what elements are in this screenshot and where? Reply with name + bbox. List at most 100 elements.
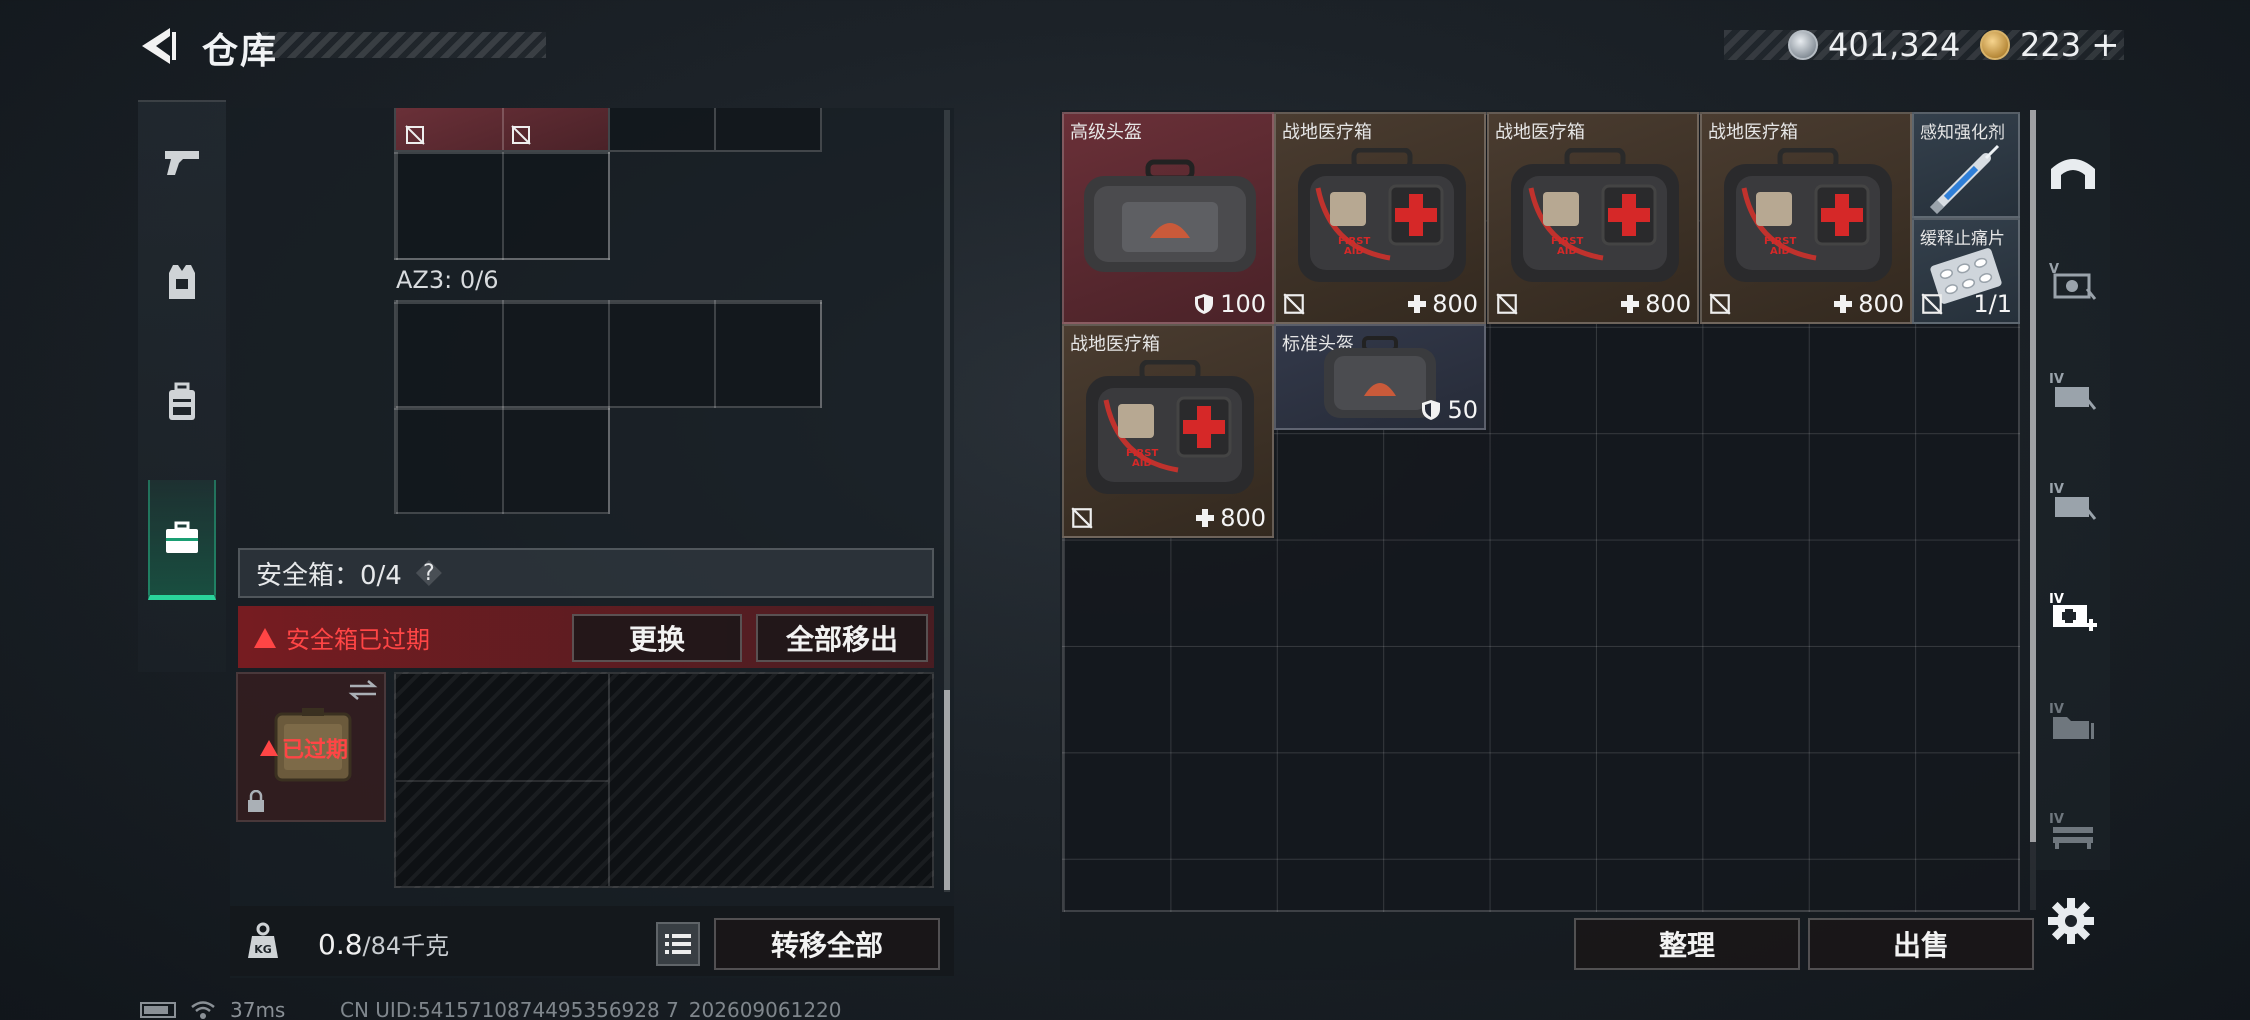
armor-tab[interactable]: [138, 222, 226, 342]
plus-icon: [1196, 509, 1215, 527]
safebox-label: 安全箱：0/4: [256, 560, 402, 591]
remove-all-button[interactable]: 全部移出: [756, 614, 928, 662]
expired-warning-text: 安全箱已过期: [286, 626, 430, 654]
item-name: 感知强化剂: [1920, 123, 2005, 143]
medkit-art: FIRST AID: [1511, 148, 1679, 282]
item-value-text: 800: [1220, 504, 1266, 532]
page-title: 仓库: [202, 31, 279, 72]
stash-item-medkit[interactable]: 战地医疗箱 FIRST AID 800: [1487, 112, 1699, 324]
back-arrow-icon: [142, 28, 176, 64]
svg-text:AID: AID: [1770, 246, 1790, 257]
item-name: 高级头盔: [1070, 122, 1142, 143]
svg-text:IV: IV: [2049, 592, 2064, 607]
gold-coin-icon: [1980, 30, 2010, 60]
stash-item-painkillers[interactable]: 缓释止痛片 1/1: [1912, 218, 2020, 324]
warning-icon: [260, 740, 278, 756]
safebox-header: 安全箱：0/4 ?: [238, 548, 934, 598]
item-name: 战地医疗箱: [1070, 334, 1160, 355]
helmet-bag-art: [1084, 159, 1256, 272]
az3-grid-top: [394, 300, 822, 408]
no-drop-icon: [405, 125, 425, 145]
expired-badge-text: 已过期: [282, 738, 349, 763]
stash-tab-iv-file[interactable]: IV: [2036, 666, 2110, 776]
left-sidebar: [138, 100, 226, 672]
safebox-tab[interactable]: [148, 480, 216, 600]
weapon-tab[interactable]: [138, 102, 226, 222]
silver-currency: 401,324: [1788, 24, 1960, 66]
stash-tab-iv-rack[interactable]: IV: [2036, 776, 2110, 886]
add-currency-button[interactable]: +: [2091, 25, 2120, 65]
shield-icon: [1422, 400, 1441, 420]
pocket-grid: [394, 152, 610, 260]
az3-grid-bottom: [394, 406, 610, 514]
stash-item-medkit[interactable]: 战地医疗箱 FIRST AID 800: [1274, 112, 1486, 324]
silver-amount: 401,324: [1828, 26, 1961, 64]
plus-icon: [1834, 295, 1853, 313]
item-name: 战地医疗箱: [1708, 122, 1798, 143]
plus-icon: [1408, 295, 1427, 313]
stash-tab-main[interactable]: [2036, 116, 2110, 226]
medkit-art: FIRST AID: [1086, 360, 1254, 494]
weight-current: 0.8: [318, 928, 363, 961]
stash-tab-iv-2[interactable]: IV: [2036, 446, 2110, 556]
expired-warning: 安全箱已过期: [254, 620, 430, 655]
pocket-grid-top: [394, 108, 822, 152]
weight-display: 0.8/84千克: [318, 926, 449, 961]
svg-text:IV: IV: [2049, 372, 2064, 387]
back-button[interactable]: [136, 24, 180, 68]
item-value-text: 50: [1447, 396, 1478, 424]
vest-icon: [169, 265, 195, 299]
medkit-art: FIRST AID: [1298, 148, 1466, 282]
pistol-icon: [165, 151, 199, 175]
safebox-grid-disabled: [394, 672, 934, 888]
stash-item-advanced-helmet[interactable]: 高级头盔 100: [1062, 112, 1274, 324]
stash-item-medkit[interactable]: 战地医疗箱 FIRST AID 800: [1700, 112, 1912, 324]
no-drop-icon: [1071, 507, 1093, 529]
syringe-art: [1929, 144, 2000, 214]
uid-text: CN UID:5415710874495356928 7_20260906122…: [340, 998, 842, 1020]
gold-currency: 223 +: [1980, 24, 2120, 66]
transfer-all-button[interactable]: 转移全部: [714, 918, 940, 970]
sell-button[interactable]: 出售: [1808, 918, 2034, 970]
swap-icon[interactable]: [348, 680, 378, 700]
stash-item-standard-helmet[interactable]: 标准头盔 50: [1274, 324, 1486, 430]
item-value: 800: [1621, 290, 1691, 318]
stash-tab-iv-1[interactable]: IV: [2036, 336, 2110, 446]
stash-tab-iv-medical[interactable]: IV: [2036, 556, 2110, 666]
item-name: 战地医疗箱: [1495, 122, 1585, 143]
lock-icon: [248, 790, 264, 812]
item-name: 缓释止痛片: [1920, 229, 2005, 249]
svg-text:KG: KG: [254, 943, 272, 956]
no-drop-icon: [1709, 293, 1731, 315]
list-icon: [665, 934, 691, 954]
title-stripe: [262, 32, 546, 58]
item-value-text: 100: [1220, 290, 1266, 318]
expired-badge: 已过期: [260, 732, 348, 764]
item-value-text: 800: [1858, 290, 1904, 318]
replace-button[interactable]: 更换: [572, 614, 742, 662]
gear-icon[interactable]: [2046, 896, 2096, 946]
backpack-tab[interactable]: [138, 342, 226, 462]
gold-amount: 223: [2020, 26, 2082, 64]
svg-text:IV: IV: [2049, 482, 2064, 497]
stash-item-perception-stim[interactable]: 感知强化剂: [1912, 112, 2020, 218]
stash-iv-file-icon: IV: [2049, 702, 2094, 739]
item-name: 战地医疗箱: [1282, 122, 1372, 143]
no-drop-icon: [1283, 293, 1305, 315]
loadout-scrollbar-thumb[interactable]: [944, 690, 950, 890]
backpack-icon: [169, 382, 195, 420]
warning-icon: [254, 627, 276, 648]
list-view-button[interactable]: [656, 922, 700, 966]
battery-icon: [140, 1002, 176, 1018]
briefcase-icon: [166, 521, 198, 553]
help-button[interactable]: ?: [415, 560, 442, 586]
item-value: 100: [1194, 290, 1266, 318]
item-value: 800: [1834, 290, 1904, 318]
stash-v-icon: V: [2049, 262, 2097, 300]
stash-tab-v[interactable]: V: [2036, 226, 2110, 336]
item-value-text: 800: [1432, 290, 1478, 318]
item-value: 50: [1421, 396, 1478, 424]
sort-button[interactable]: 整理: [1574, 918, 1800, 970]
status-bar: 37ms: [140, 998, 285, 1020]
stash-item-medkit[interactable]: 战地医疗箱 FIRST AID 800: [1062, 324, 1274, 538]
